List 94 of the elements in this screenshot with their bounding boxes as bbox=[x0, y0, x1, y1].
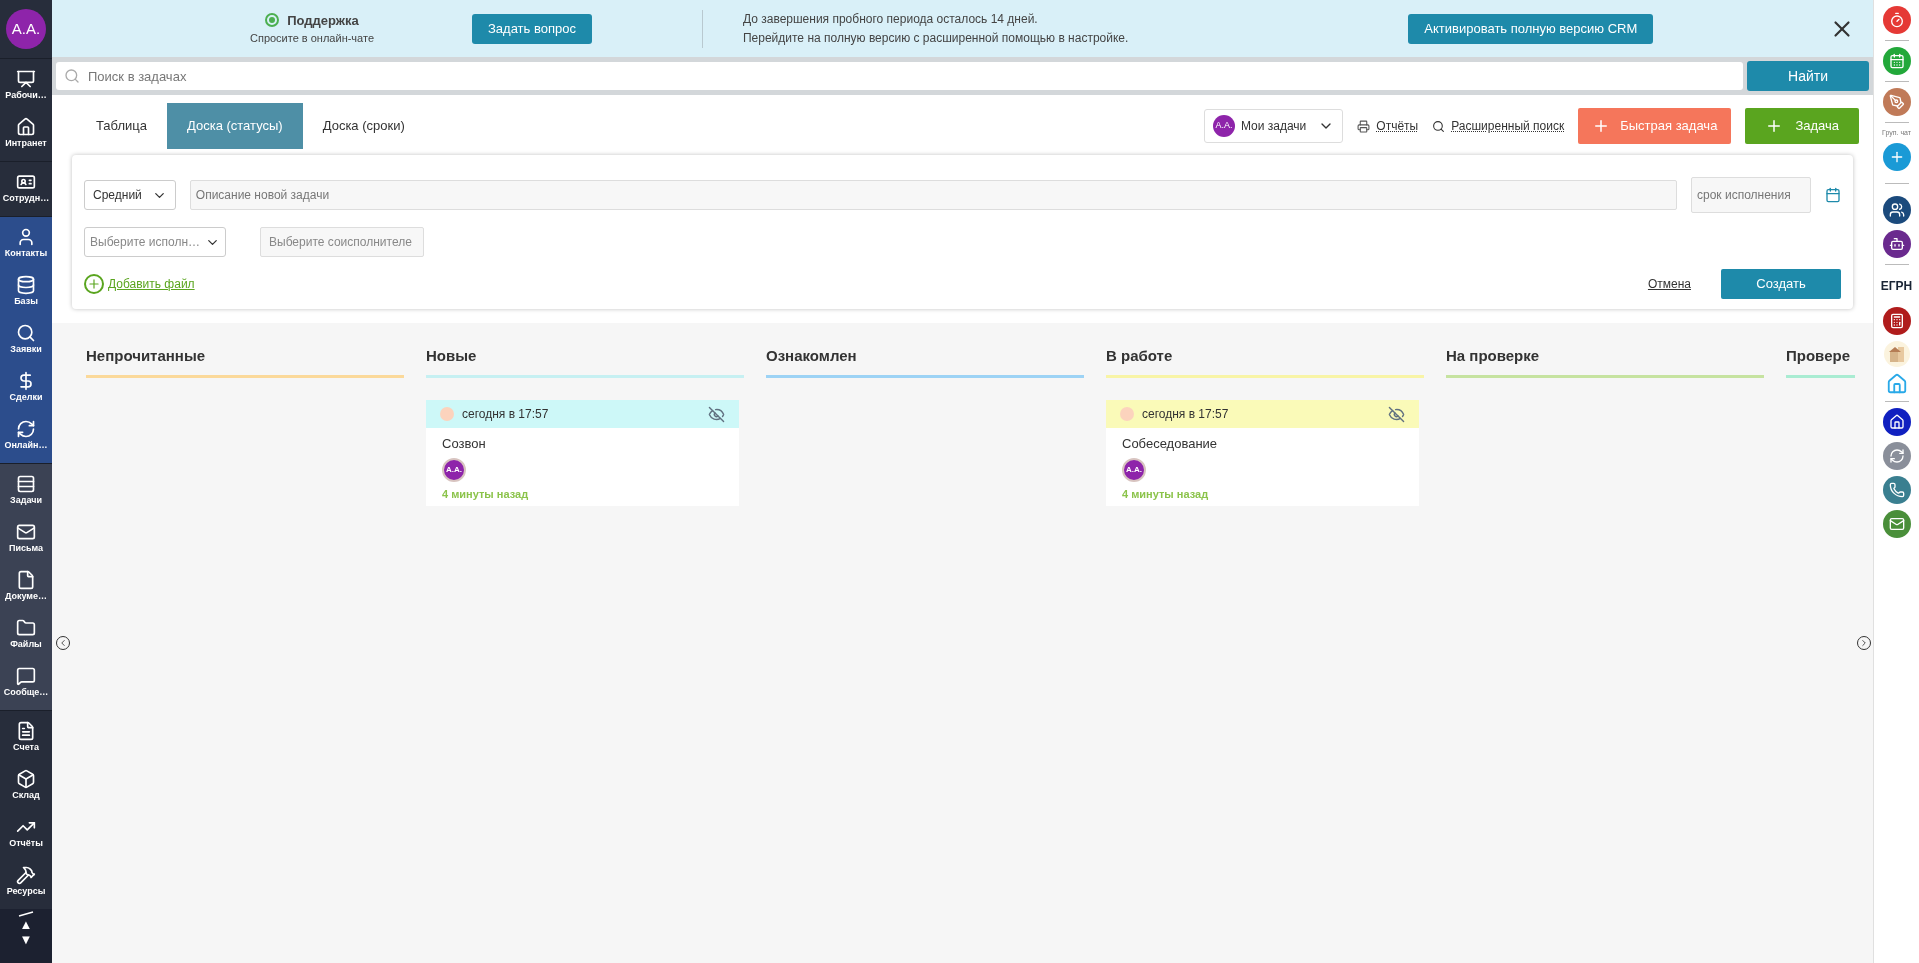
sidebar-item[interactable]: Отчёты bbox=[0, 810, 52, 858]
calculator-icon[interactable] bbox=[1882, 307, 1911, 335]
column-title: Непрочитанные bbox=[86, 345, 206, 366]
sidebar-item[interactable]: Рабочи… bbox=[0, 62, 52, 110]
column-title: Провере bbox=[1786, 345, 1850, 366]
assignee-avatar: A.A. bbox=[442, 457, 466, 482]
view-tab[interactable]: Доска (статусы) bbox=[167, 103, 303, 149]
trial-notice-text: До завершения пробного периода осталось 14 дней. bbox=[742, 10, 1039, 28]
support-subtitle: Спросите в онлайн-чате bbox=[250, 31, 374, 46]
chat-icon bbox=[16, 666, 36, 687]
add-file-icon bbox=[84, 274, 104, 294]
create-button[interactable]: Создать bbox=[1721, 269, 1841, 299]
view-tab[interactable]: Доска (сроки) bbox=[302, 103, 425, 149]
person-icon bbox=[16, 227, 36, 248]
column-title: Ознакомлен bbox=[766, 345, 857, 366]
list-icon bbox=[16, 474, 36, 495]
plus-icon[interactable] bbox=[1882, 143, 1911, 171]
sidebar-item[interactable]: Склад bbox=[0, 762, 52, 810]
registry-label[interactable]: ЕГРН bbox=[1880, 277, 1913, 295]
sidebar-item[interactable]: Счета bbox=[0, 714, 52, 762]
chevron-left-icon bbox=[58, 638, 68, 648]
document-icon bbox=[16, 570, 36, 591]
search-icon bbox=[64, 68, 80, 84]
user-avatar[interactable]: A.A. bbox=[6, 9, 46, 49]
sidebar-item[interactable]: Задачи bbox=[0, 467, 52, 515]
advanced-search-link[interactable]: Расширенный поиск bbox=[1451, 117, 1565, 135]
sidebar-item[interactable]: Файлы bbox=[0, 611, 52, 659]
hidden-eye-icon[interactable] bbox=[1388, 405, 1405, 423]
sidebar-item[interactable]: Ресурсы bbox=[0, 858, 52, 906]
column-title: На проверке bbox=[1446, 345, 1540, 366]
column-title: Новые bbox=[426, 345, 477, 366]
presentation-icon bbox=[16, 69, 36, 90]
robot-icon[interactable] bbox=[1882, 230, 1911, 258]
home-icon[interactable] bbox=[1882, 408, 1911, 436]
column-title: В работе bbox=[1106, 345, 1173, 366]
calendar-icon[interactable] bbox=[1882, 47, 1911, 75]
phone-icon[interactable] bbox=[1882, 476, 1911, 504]
building-icon[interactable] bbox=[1883, 341, 1910, 367]
sidebar-item[interactable]: Контакты bbox=[0, 220, 52, 268]
sidebar-item[interactable]: Заявки bbox=[0, 316, 52, 364]
task-card[interactable]: сегодня в 17:57 Созвон A.A. 4 минуты назад bbox=[426, 400, 739, 506]
description-field[interactable]: Описание новой задачи bbox=[189, 180, 1677, 210]
stopwatch-icon[interactable] bbox=[1882, 6, 1911, 34]
trial-notice-text: Перейдите на полную версию с расширенной помощью в настройке. bbox=[742, 29, 1129, 47]
search-field[interactable]: Поиск в задачах bbox=[56, 62, 1743, 90]
sidebar-item[interactable]: Сотрудн… bbox=[0, 165, 52, 213]
hammer-icon bbox=[16, 865, 36, 886]
sidebar-item[interactable]: Сделки bbox=[0, 364, 52, 412]
scroll-up-button[interactable]: ▲ bbox=[19, 917, 33, 932]
search-icon bbox=[1432, 119, 1446, 133]
users-icon[interactable] bbox=[1882, 196, 1911, 224]
pen-nib-icon[interactable] bbox=[1882, 88, 1911, 116]
card-title: Созвон bbox=[442, 435, 487, 453]
mail-icon bbox=[16, 522, 36, 543]
scroll-down-button[interactable]: ▼ bbox=[19, 932, 33, 947]
slope-icon bbox=[18, 911, 34, 917]
sidebar-item[interactable]: Онлайн… bbox=[0, 412, 52, 460]
sidebar-item[interactable]: Сообще… bbox=[0, 659, 52, 707]
task-card[interactable]: сегодня в 17:57 Собеседование A.A. 4 минуты назад bbox=[1106, 400, 1419, 506]
cancel-link[interactable]: Отмена bbox=[1647, 275, 1691, 293]
find-button[interactable]: Найти bbox=[1747, 61, 1869, 91]
folder-icon bbox=[16, 618, 36, 639]
chevron-right-icon bbox=[1859, 638, 1869, 648]
cube-icon bbox=[16, 769, 36, 790]
online-status-icon bbox=[265, 13, 280, 28]
database-icon bbox=[16, 275, 36, 296]
ask-question-button[interactable]: Задать вопрос bbox=[472, 13, 592, 44]
sidebar-item[interactable]: Письма bbox=[0, 515, 52, 563]
co-assignee-field[interactable]: Выберите соисполнителе bbox=[260, 227, 424, 257]
user-avatar: A.A. bbox=[1212, 115, 1235, 137]
sidebar-item[interactable]: Базы bbox=[0, 268, 52, 316]
support-title: Поддержка bbox=[287, 11, 359, 30]
card-time: сегодня в 17:57 bbox=[462, 406, 549, 423]
reports-link[interactable]: Отчёты bbox=[1376, 117, 1419, 135]
deadline-field[interactable]: срок исполнения bbox=[1691, 177, 1811, 213]
priority-select[interactable]: Средний bbox=[84, 180, 176, 210]
assignee-select[interactable]: Выберите исполн… bbox=[84, 227, 226, 257]
calendar-icon[interactable] bbox=[1825, 187, 1841, 203]
card-updated-time: 4 минуты назад bbox=[1122, 486, 1210, 502]
assignee-avatar: A.A. bbox=[1122, 457, 1146, 482]
search-icon bbox=[16, 323, 36, 344]
home-icon bbox=[16, 117, 36, 138]
my-tasks-dropdown[interactable]: A.A. Мои задачи bbox=[1203, 109, 1344, 143]
invoice-icon bbox=[16, 721, 36, 742]
mail-icon[interactable] bbox=[1882, 510, 1911, 538]
sidebar-item[interactable]: Докуме… bbox=[0, 563, 52, 611]
card-time: сегодня в 17:57 bbox=[1142, 406, 1229, 423]
sidebar-item[interactable]: Интранет bbox=[0, 110, 52, 158]
hidden-eye-icon[interactable] bbox=[708, 405, 725, 423]
card-updated-time: 4 минуты назад bbox=[442, 486, 530, 502]
activate-crm-button[interactable]: Активировать полную версию CRM bbox=[1408, 13, 1654, 44]
card-title: Собеседование bbox=[1122, 435, 1219, 453]
printer-icon bbox=[1357, 119, 1371, 133]
view-tab[interactable]: Таблица bbox=[76, 103, 167, 149]
